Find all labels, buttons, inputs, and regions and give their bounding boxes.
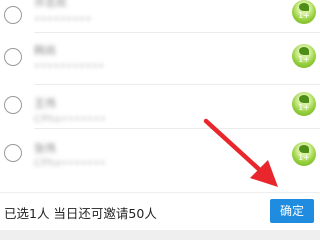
selection-status-text: 已选1人 当日还可邀请50人 [4, 206, 157, 221]
contact-name: 张伟 [34, 142, 56, 155]
contact-name: 王伟 [34, 97, 56, 110]
avatar-badge: 1+ [298, 103, 310, 112]
contact-account: ••••••••• [34, 14, 92, 25]
leaf-icon [299, 145, 309, 153]
avatar-badge: 1+ [298, 11, 310, 20]
contact-account: CPhx••••••• [34, 158, 107, 169]
avatar-badge: 1+ [298, 55, 310, 64]
contact-avatar: 1+ [292, 92, 316, 116]
row-divider [34, 128, 320, 129]
contact-avatar: 1+ [292, 0, 316, 24]
select-radio[interactable] [4, 144, 22, 162]
avatar-badge: 1+ [298, 153, 310, 162]
contact-name: 韩尚 [34, 44, 56, 57]
contact-row[interactable]: 张伟 CPhx••••••• 1+ [0, 130, 320, 184]
select-radio[interactable] [4, 6, 22, 24]
select-radio[interactable] [4, 96, 22, 114]
leaf-icon [299, 3, 309, 11]
contact-row[interactable]: 韩尚 ••••••••••• 1+ [0, 34, 320, 88]
row-divider [34, 32, 320, 33]
row-divider [34, 84, 320, 85]
leaf-icon [299, 47, 309, 55]
bottom-action-bar: 已选1人 当日还可邀请50人 确定 [0, 192, 320, 231]
contact-account: ••••••••••• [34, 61, 105, 72]
contact-avatar: 1+ [292, 142, 316, 166]
leaf-icon [299, 95, 309, 103]
footer-strip [0, 230, 320, 240]
confirm-button[interactable]: 确定 [270, 199, 314, 223]
contact-avatar: 1+ [292, 44, 316, 68]
contact-account: CPhx••••••• [34, 114, 107, 125]
select-radio[interactable] [4, 48, 22, 66]
contact-name: 许志欢 [34, 0, 67, 9]
